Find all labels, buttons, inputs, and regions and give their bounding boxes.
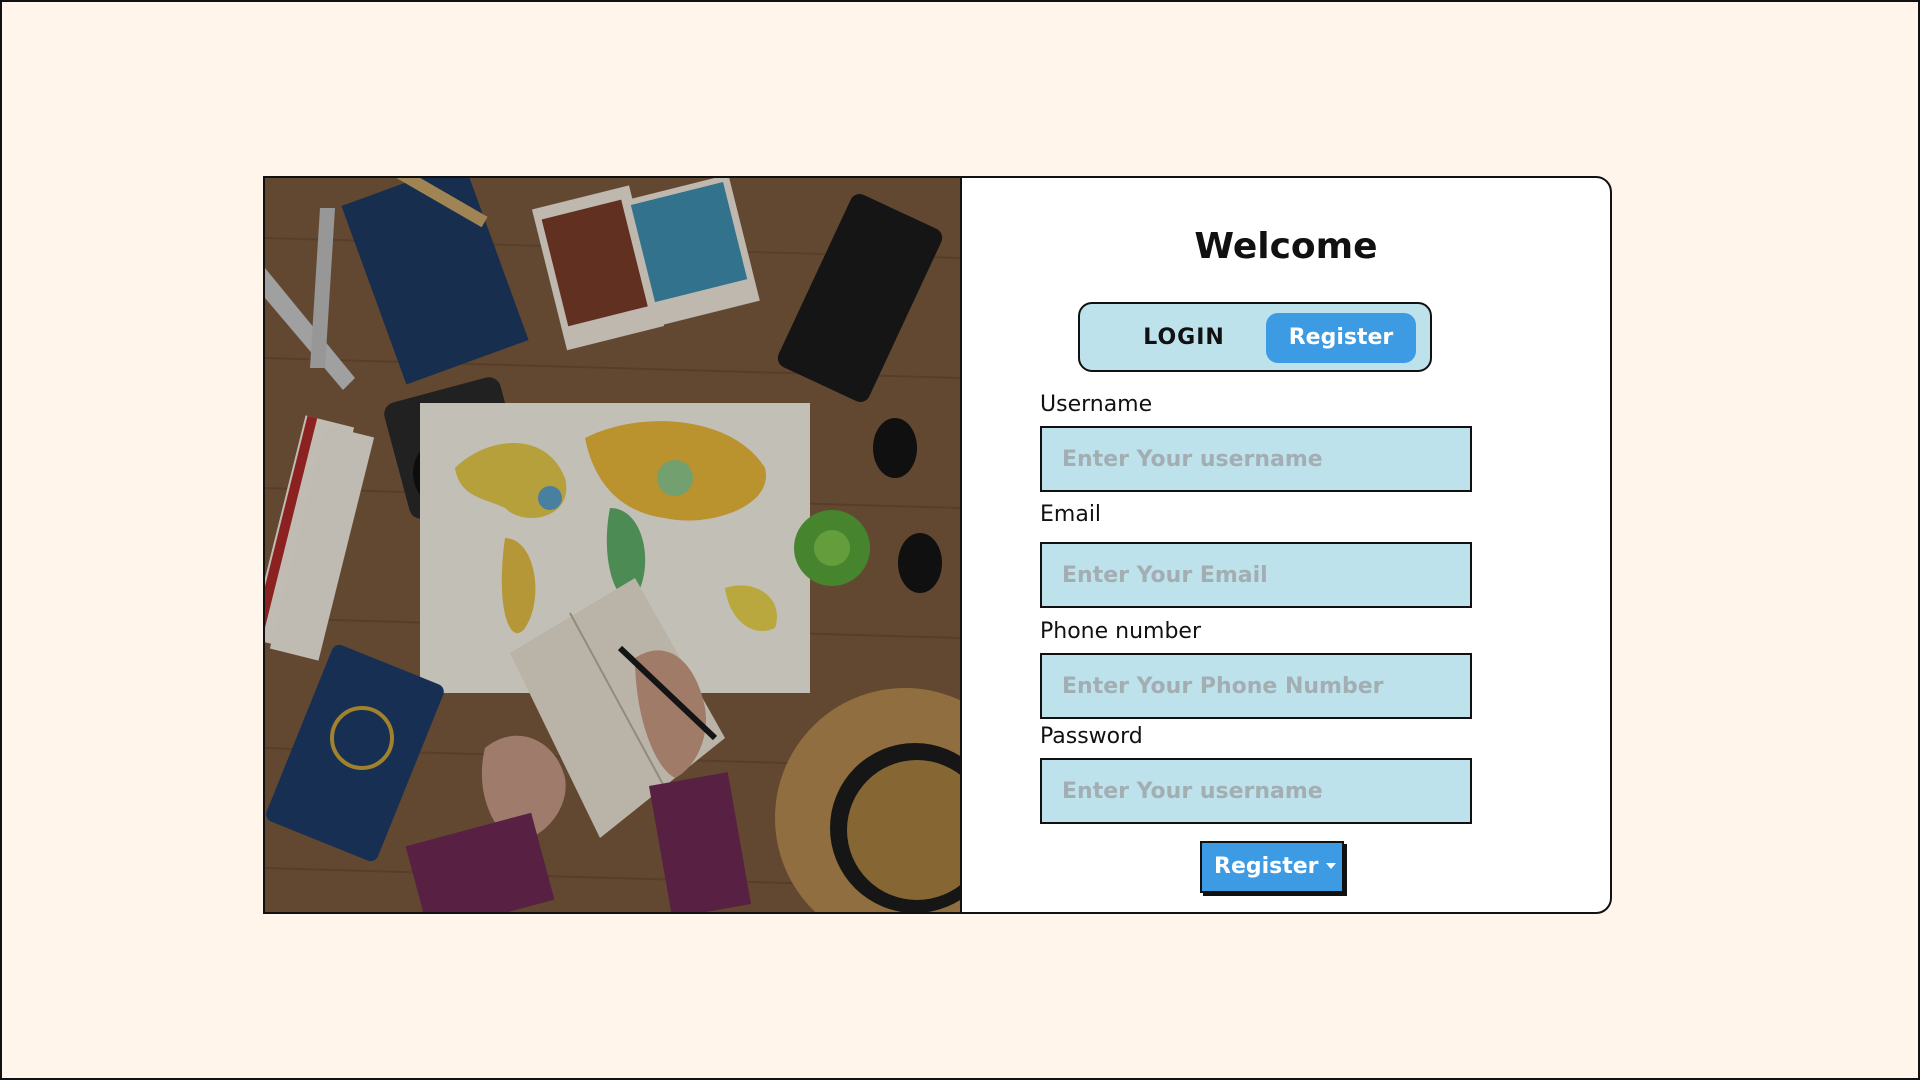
travel-photo-illustration	[265, 178, 960, 912]
password-input[interactable]	[1040, 758, 1472, 824]
password-label: Password	[1040, 724, 1143, 749]
auth-mode-toggle: LOGIN Register	[1078, 302, 1432, 372]
phone-input[interactable]	[1040, 653, 1472, 719]
email-input[interactable]	[1040, 542, 1472, 608]
phone-label: Phone number	[1040, 619, 1202, 644]
travel-photo	[265, 178, 962, 912]
email-label: Email	[1040, 502, 1102, 527]
register-button-label: Register	[1214, 854, 1319, 879]
register-form: Welcome LOGIN Register Username Email Ph…	[962, 178, 1610, 912]
auth-card: Welcome LOGIN Register Username Email Ph…	[263, 176, 1612, 914]
welcome-title: Welcome	[1194, 226, 1378, 267]
tab-register[interactable]: Register	[1266, 313, 1416, 363]
dropdown-caret-icon[interactable]	[1326, 863, 1336, 869]
tab-login[interactable]: LOGIN	[1114, 318, 1254, 358]
username-label: Username	[1040, 392, 1153, 417]
username-input[interactable]	[1040, 426, 1472, 492]
register-button[interactable]: Register	[1200, 841, 1344, 893]
